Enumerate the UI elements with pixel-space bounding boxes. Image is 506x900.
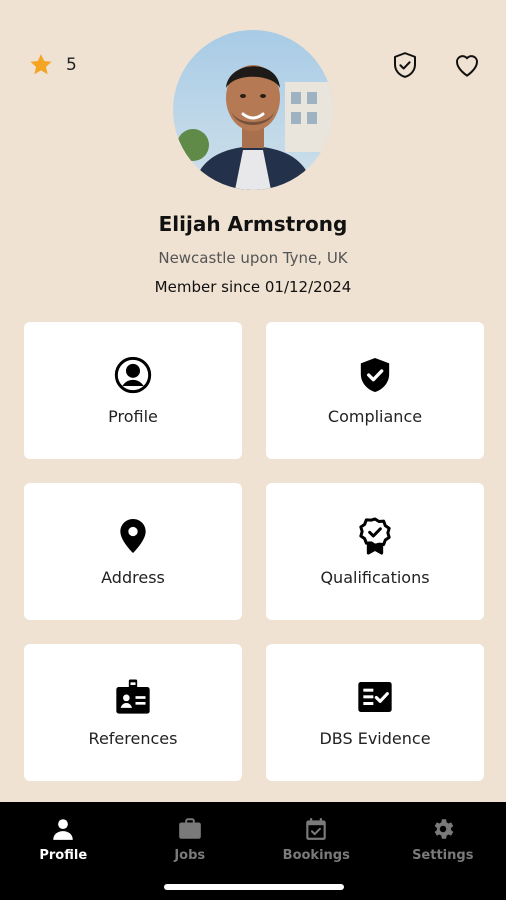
shield-check-icon bbox=[360, 358, 390, 392]
nav-settings[interactable]: Settings bbox=[380, 816, 506, 872]
star-icon bbox=[30, 54, 52, 75]
tile-label: DBS Evidence bbox=[319, 729, 431, 748]
id-badge-icon bbox=[116, 679, 150, 714]
nav-label: Settings bbox=[412, 848, 474, 863]
nav-profile[interactable]: Profile bbox=[0, 816, 127, 872]
tile-compliance[interactable]: Compliance bbox=[266, 322, 484, 459]
tile-label: Profile bbox=[108, 407, 158, 426]
calendar-check-icon bbox=[306, 818, 326, 840]
rating-value: 5 bbox=[66, 55, 77, 75]
tile-label: Compliance bbox=[327, 407, 423, 426]
briefcase-icon bbox=[178, 818, 201, 839]
tile-dbs-evidence[interactable]: DBS Evidence bbox=[266, 644, 484, 781]
profile-menu-grid: Profile Compliance Address Qualification… bbox=[24, 322, 484, 781]
profile-header: 5 bbox=[0, 0, 506, 200]
tile-address[interactable]: Address bbox=[24, 483, 242, 620]
home-indicator[interactable] bbox=[164, 884, 344, 890]
tile-label: References bbox=[88, 729, 178, 748]
nav-label: Bookings bbox=[282, 848, 350, 863]
member-since: Member since 01/12/2024 bbox=[154, 278, 352, 296]
profile-location: Newcastle upon Tyne, UK bbox=[158, 249, 348, 267]
nav-jobs[interactable]: Jobs bbox=[127, 816, 254, 872]
tile-references[interactable]: References bbox=[24, 644, 242, 781]
user-circle-icon bbox=[114, 356, 152, 394]
location-pin-icon bbox=[120, 519, 146, 553]
gear-icon bbox=[434, 819, 454, 839]
heart-icon[interactable] bbox=[452, 50, 482, 80]
nav-label: Jobs bbox=[174, 848, 206, 863]
tile-label: Qualifications bbox=[320, 568, 430, 587]
nav-label: Profile bbox=[39, 848, 88, 863]
avatar bbox=[173, 30, 333, 190]
person-icon bbox=[53, 819, 73, 840]
shield-check-icon[interactable] bbox=[390, 50, 420, 80]
nav-bookings[interactable]: Bookings bbox=[253, 816, 380, 872]
profile-name: Elijah Armstrong bbox=[158, 212, 348, 236]
tile-profile[interactable]: Profile bbox=[24, 322, 242, 459]
tile-qualifications[interactable]: Qualifications bbox=[266, 483, 484, 620]
rating: 5 bbox=[28, 52, 77, 78]
award-badge-icon bbox=[359, 517, 391, 555]
tile-label: Address bbox=[101, 568, 165, 587]
checklist-icon bbox=[358, 682, 392, 712]
bottom-nav: Profile Jobs Bookings Settings bbox=[0, 802, 506, 900]
